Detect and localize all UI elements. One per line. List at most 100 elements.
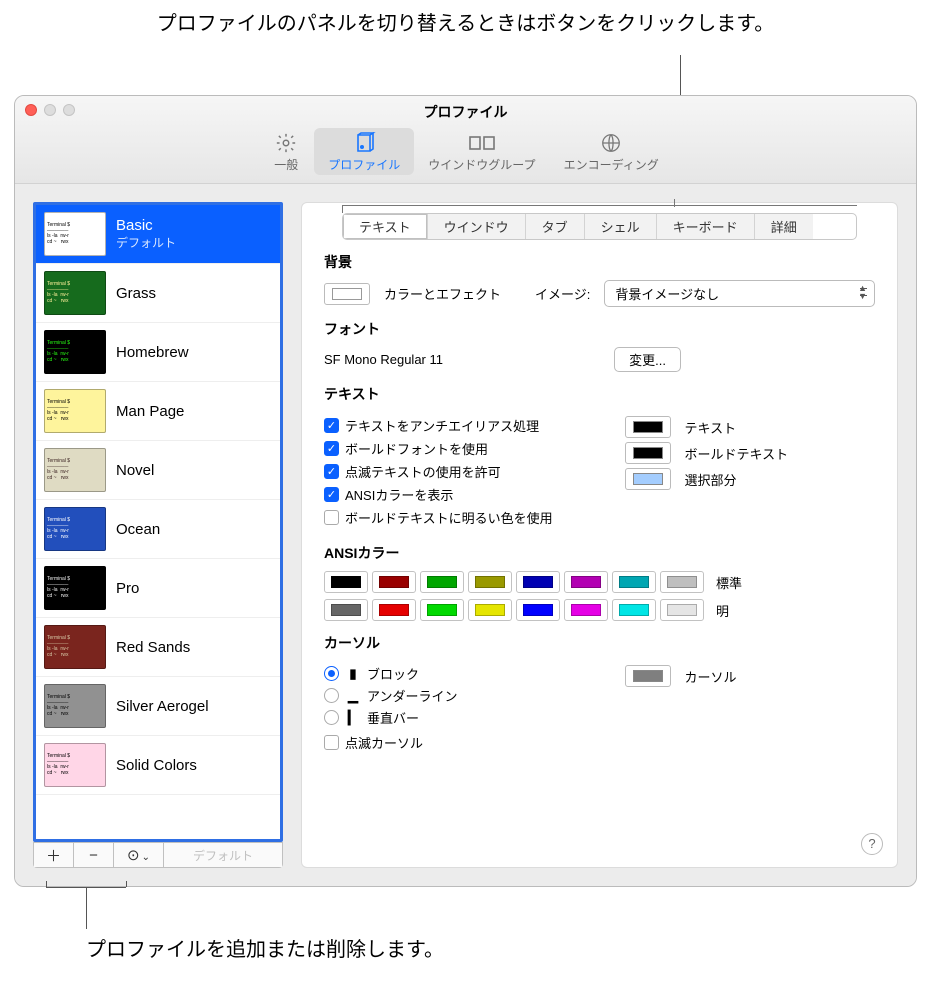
bar-glyph-icon: ▎ (347, 710, 359, 726)
toolbar-general[interactable]: 一般 (258, 128, 314, 175)
callout-bottom-wrap: プロファイルを追加または削除します。 (0, 887, 931, 977)
ansi-color-well[interactable] (468, 599, 512, 621)
titlebar: プロファイル 一般 プロファイル ウインドウグループ エンコーディング (15, 96, 916, 184)
cursor-block-label: ブロック (367, 664, 419, 683)
profile-thumbnail: Terminal $──────ls -la rw-rcd ~ rwx (44, 743, 106, 787)
ansi-color-well[interactable] (612, 571, 656, 593)
ansi-color-well[interactable] (372, 571, 416, 593)
main-panel: テキスト ウインドウ タブ シェル キーボード 詳細 背景 カラーとエフェクト … (301, 202, 898, 868)
profile-item-novel[interactable]: Terminal $──────ls -la rw-rcd ~ rwxNovel (36, 441, 280, 500)
underline-glyph-icon: ▁ (347, 688, 359, 704)
bg-image-popup[interactable]: 背景イメージなし ▲▼ (604, 280, 875, 307)
profile-name: Silver Aerogel (116, 698, 209, 715)
ansi-color-well[interactable] (516, 571, 560, 593)
ansi-row-label: 標準 (716, 573, 742, 592)
default-button[interactable]: デフォルト (164, 843, 282, 867)
tab-tab[interactable]: タブ (526, 214, 585, 239)
sidebar: Terminal $──────ls -la rw-rcd ~ rwxBasic… (33, 202, 283, 868)
ansi-color-well[interactable] (324, 599, 368, 621)
ansi-color-well[interactable] (372, 599, 416, 621)
profile-item-ocean[interactable]: Terminal $──────ls -la rw-rcd ~ rwxOcean (36, 500, 280, 559)
profile-thumbnail: Terminal $──────ls -la rw-rcd ~ rwx (44, 271, 106, 315)
blink-cursor-label: 点滅カーソル (345, 733, 423, 752)
tabbar-wrap: テキスト ウインドウ タブ シェル キーボード 詳細 (302, 213, 897, 240)
ansi-color-well[interactable] (564, 571, 608, 593)
profile-item-grass[interactable]: Terminal $──────ls -la rw-rcd ~ rwx Grass (36, 264, 280, 323)
ansi-color-well[interactable] (420, 599, 464, 621)
profile-name: Grass (116, 285, 156, 302)
ansi-color-well[interactable] (564, 599, 608, 621)
tab-keyboard[interactable]: キーボード (657, 214, 755, 239)
ansi-color-well[interactable] (660, 599, 704, 621)
tab-advanced[interactable]: 詳細 (755, 214, 813, 239)
bg-image-value: 背景イメージなし (615, 287, 719, 302)
ansi-color-well[interactable] (612, 599, 656, 621)
ansi-color-well[interactable] (324, 571, 368, 593)
add-button[interactable]: ＋ (34, 843, 74, 867)
bg-color-well[interactable] (324, 283, 370, 305)
ansi-color-well[interactable] (420, 571, 464, 593)
remove-button[interactable]: − (74, 843, 114, 867)
ansi-color-well[interactable] (516, 599, 560, 621)
profile-name: Pro (116, 580, 139, 597)
profile-item-basic[interactable]: Terminal $──────ls -la rw-rcd ~ rwxBasic… (36, 205, 280, 264)
profile-item-pro[interactable]: Terminal $──────ls -la rw-rcd ~ rwxPro (36, 559, 280, 618)
ansi-color-well[interactable] (660, 571, 704, 593)
ansi-color-well[interactable] (468, 571, 512, 593)
cursor-section: カーソル ▮ブロック ▁アンダーライン ▎垂直バー 点滅カーソル カーソル (302, 621, 897, 756)
profile-thumbnail: Terminal $──────ls -la rw-rcd ~ rwx (44, 330, 106, 374)
toolbar-profile-label: プロファイル (328, 156, 400, 173)
tab-window[interactable]: ウインドウ (428, 214, 526, 239)
preferences-window: プロファイル 一般 プロファイル ウインドウグループ エンコーディング Term… (14, 95, 917, 887)
blink-cursor-checkbox[interactable] (324, 735, 339, 750)
profile-list[interactable]: Terminal $──────ls -la rw-rcd ~ rwxBasic… (33, 202, 283, 842)
close-button[interactable] (25, 104, 37, 116)
blinktext-checkbox[interactable]: ✓ (324, 464, 339, 479)
profile-thumbnail: Terminal $──────ls -la rw-rcd ~ rwx (44, 625, 106, 669)
window-title: プロファイル (15, 96, 916, 122)
profile-thumbnail: Terminal $──────ls -la rw-rcd ~ rwx (44, 212, 106, 256)
profile-item-solid-colors[interactable]: Terminal $──────ls -la rw-rcd ~ rwxSolid… (36, 736, 280, 795)
bold-color-well[interactable] (625, 442, 671, 464)
zoom-button[interactable] (63, 104, 75, 116)
cursor-underline-radio[interactable] (324, 688, 339, 703)
chevron-down-icon: ⌄ (142, 852, 150, 863)
background-section: 背景 カラーとエフェクト イメージ: 背景イメージなし ▲▼ (302, 240, 897, 307)
traffic-lights (25, 104, 75, 116)
font-heading: フォント (324, 319, 875, 339)
profile-thumbnail: Terminal $──────ls -la rw-rcd ~ rwx (44, 684, 106, 728)
brightbold-checkbox[interactable] (324, 510, 339, 525)
more-button[interactable]: ⊙⌄ (114, 843, 164, 867)
tab-shell[interactable]: シェル (585, 214, 657, 239)
text-color-well[interactable] (625, 416, 671, 438)
toolbar-windowgroup[interactable]: ウインドウグループ (414, 128, 549, 175)
font-change-button[interactable]: 変更... (614, 347, 681, 372)
brightbold-label: ボールドテキストに明るい色を使用 (345, 508, 553, 527)
profile-item-silver-aerogel[interactable]: Terminal $──────ls -la rw-rcd ~ rwx Silve… (36, 677, 280, 736)
toolbar-profile[interactable]: プロファイル (314, 128, 414, 175)
cursor-bar-label: 垂直バー (367, 708, 419, 727)
help-button[interactable]: ? (861, 833, 883, 855)
bg-color-label: カラーとエフェクト (384, 284, 501, 303)
profile-item-man-page[interactable]: Terminal $──────ls -la rw-rcd ~ rwxMan P… (36, 382, 280, 441)
cursor-bar-radio[interactable] (324, 710, 339, 725)
cursor-color-label: カーソル (685, 667, 737, 686)
boldfont-checkbox[interactable]: ✓ (324, 441, 339, 456)
antialias-checkbox[interactable]: ✓ (324, 418, 339, 433)
list-buttons: ＋ − ⊙⌄ デフォルト (33, 842, 283, 868)
toolbar-encoding[interactable]: エンコーディング (550, 128, 673, 175)
profile-item-homebrew[interactable]: Terminal $──────ls -la rw-rcd ~ rwx Homeb… (36, 323, 280, 382)
ansi-section: ANSIカラー 標準 明 (302, 531, 897, 621)
cursor-color-well[interactable] (625, 665, 671, 687)
sel-color-well[interactable] (625, 468, 671, 490)
tab-text[interactable]: テキスト (343, 214, 428, 239)
ansi-normal-row: 標準 (324, 571, 875, 593)
minimize-button[interactable] (44, 104, 56, 116)
cursor-block-radio[interactable] (324, 666, 339, 681)
profile-item-red-sands[interactable]: Terminal $──────ls -la rw-rcd ~ rwxRed S… (36, 618, 280, 677)
callout-leader-top (0, 55, 931, 95)
profile-thumbnail: Terminal $──────ls -la rw-rcd ~ rwx (44, 389, 106, 433)
ansicolor-checkbox[interactable]: ✓ (324, 487, 339, 502)
profile-name: Homebrew (116, 344, 189, 361)
toolbar-general-label: 一般 (274, 156, 298, 173)
